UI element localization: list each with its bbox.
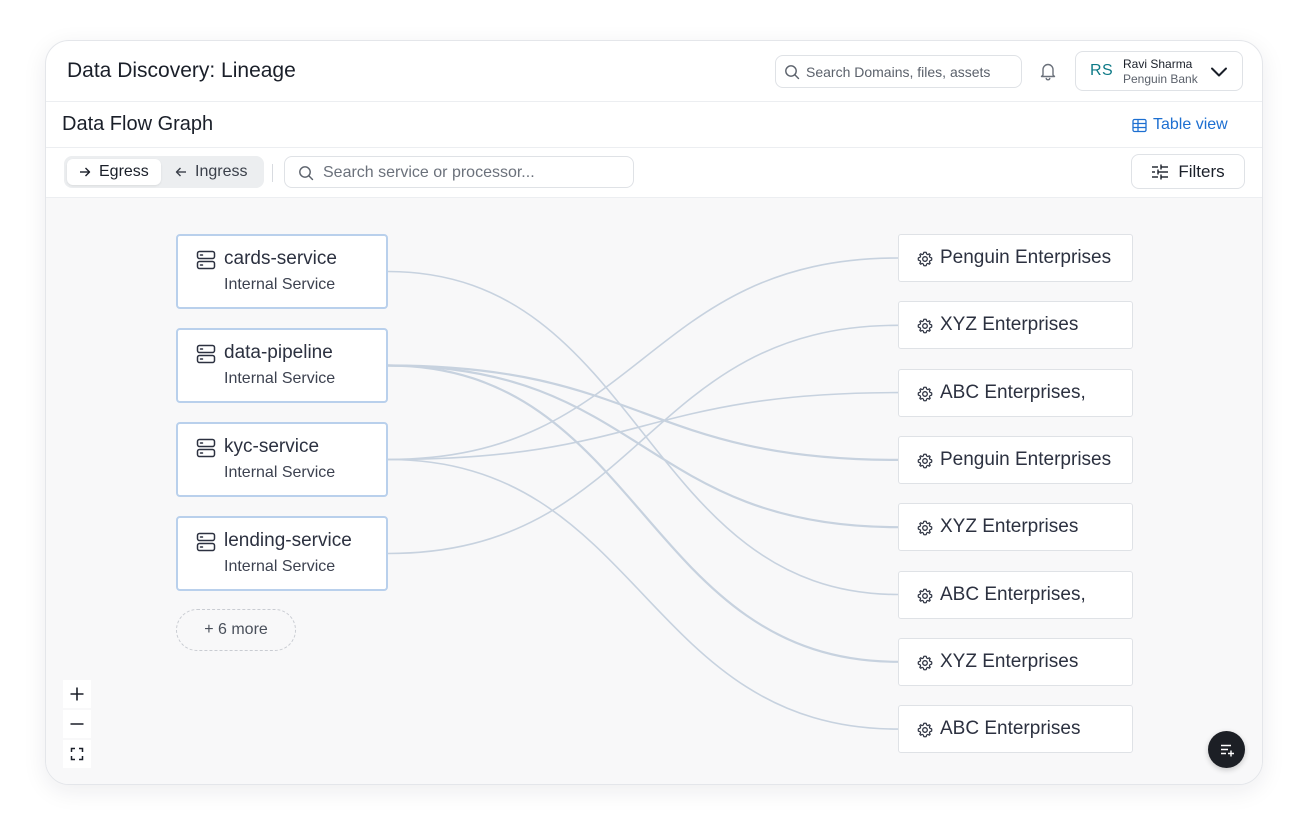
processor-cog-icon	[917, 251, 933, 272]
toolbar-divider	[272, 164, 273, 182]
destination-node[interactable]: XYZ Enterprises	[898, 638, 1133, 686]
source-node-type: Internal Service	[224, 558, 336, 575]
destination-node[interactable]: ABC Enterprises	[898, 705, 1133, 753]
processor-cog-icon	[917, 386, 933, 407]
section-title: Data Flow Graph	[62, 113, 214, 135]
show-more-button[interactable]: + 6 more	[176, 609, 296, 651]
filters-label: Filters	[1178, 161, 1225, 181]
top-bar: Data Discovery: Lineage RS Ravi Sharma P…	[46, 41, 1262, 102]
filters-button[interactable]: Filters	[1131, 154, 1245, 189]
source-node-name: data-pipeline	[224, 342, 333, 363]
list-add-icon	[1220, 744, 1234, 756]
plus-icon	[70, 687, 84, 701]
destination-node[interactable]: ABC Enterprises,	[898, 571, 1133, 619]
zoom-out-button[interactable]	[63, 710, 91, 738]
destination-node[interactable]: Penguin Enterprises	[898, 234, 1133, 282]
fullscreen-icon	[70, 747, 84, 761]
search-icon	[785, 65, 800, 80]
node-search[interactable]	[284, 156, 634, 188]
processor-cog-icon	[917, 453, 933, 474]
processor-cog-icon	[917, 722, 933, 743]
flow-edge[interactable]	[387, 364, 899, 529]
destination-node[interactable]: XYZ Enterprises	[898, 503, 1133, 551]
processor-cog-icon	[917, 588, 933, 609]
source-node-name: cards-service	[224, 248, 337, 269]
flow-edge[interactable]	[387, 257, 899, 461]
search-icon	[299, 166, 314, 181]
destination-node-name: XYZ Enterprises	[940, 314, 1079, 335]
server-icon	[196, 438, 216, 463]
source-node-name: lending-service	[224, 530, 352, 551]
destination-node-name: ABC Enterprises,	[940, 584, 1086, 605]
arrow-right-icon	[80, 167, 91, 177]
app-window: Data Discovery: Lineage RS Ravi Sharma P…	[45, 40, 1263, 785]
destination-node-name: Penguin Enterprises	[940, 247, 1112, 268]
zoom-in-button[interactable]	[63, 680, 91, 708]
destination-node[interactable]: XYZ Enterprises	[898, 301, 1133, 349]
destination-node-name: ABC Enterprises	[940, 718, 1081, 739]
global-search[interactable]	[775, 55, 1022, 88]
table-view-link[interactable]: Table view	[1132, 114, 1228, 136]
graph-toolbar: Egress Ingress Filters	[46, 148, 1262, 198]
source-node-lending-service[interactable]: lending-service Internal Service	[176, 516, 388, 591]
arrow-left-icon	[175, 167, 186, 177]
global-search-input[interactable]	[806, 62, 1016, 82]
fit-view-button[interactable]	[63, 740, 91, 768]
flow-edge[interactable]	[387, 458, 899, 730]
server-icon	[196, 344, 216, 369]
processor-cog-icon	[917, 655, 933, 676]
source-node-cards-service[interactable]: cards-service Internal Service	[176, 234, 388, 309]
destination-node[interactable]: ABC Enterprises,	[898, 369, 1133, 417]
table-icon	[1132, 118, 1147, 132]
processor-cog-icon	[917, 318, 933, 339]
user-menu[interactable]: RS Ravi Sharma Penguin Bank	[1075, 51, 1243, 91]
egress-option[interactable]: Egress	[67, 159, 161, 185]
egress-label: Egress	[99, 163, 149, 180]
processor-cog-icon	[917, 520, 933, 541]
destination-node[interactable]: Penguin Enterprises	[898, 436, 1133, 484]
flow-edge[interactable]	[387, 391, 899, 461]
source-node-type: Internal Service	[224, 276, 336, 293]
filter-sliders-icon	[1152, 164, 1169, 179]
source-node-kyc-service[interactable]: kyc-service Internal Service	[176, 422, 388, 497]
minus-icon	[70, 723, 84, 725]
server-icon	[196, 532, 216, 557]
legend-fab-button[interactable]	[1208, 731, 1245, 768]
table-view-label: Table view	[1153, 116, 1228, 133]
avatar: RS	[1090, 62, 1114, 79]
source-node-name: kyc-service	[224, 436, 320, 457]
direction-toggle: Egress Ingress	[64, 156, 264, 188]
bell-icon[interactable]	[1038, 60, 1058, 82]
source-node-data-pipeline[interactable]: data-pipeline Internal Service	[176, 328, 388, 403]
source-node-type: Internal Service	[224, 464, 336, 481]
node-search-input[interactable]	[323, 163, 623, 183]
source-node-type: Internal Service	[224, 370, 336, 387]
destination-node-name: XYZ Enterprises	[940, 651, 1079, 672]
destination-node-name: XYZ Enterprises	[940, 516, 1079, 537]
destination-node-name: Penguin Enterprises	[940, 449, 1112, 470]
section-header: Data Flow Graph Table view	[46, 102, 1262, 148]
chevron-down-icon	[1211, 67, 1227, 77]
flow-edge[interactable]	[387, 364, 899, 663]
destination-node-name: ABC Enterprises,	[940, 382, 1086, 403]
user-organization: Penguin Bank	[1123, 72, 1198, 86]
ingress-label: Ingress	[195, 163, 248, 180]
ingress-option[interactable]: Ingress	[163, 159, 259, 185]
user-name: Ravi Sharma	[1123, 57, 1193, 71]
page-title: Data Discovery: Lineage	[67, 59, 296, 82]
server-icon	[196, 250, 216, 275]
graph-canvas[interactable]: cards-service Internal Service data-pipeli…	[46, 198, 1262, 784]
